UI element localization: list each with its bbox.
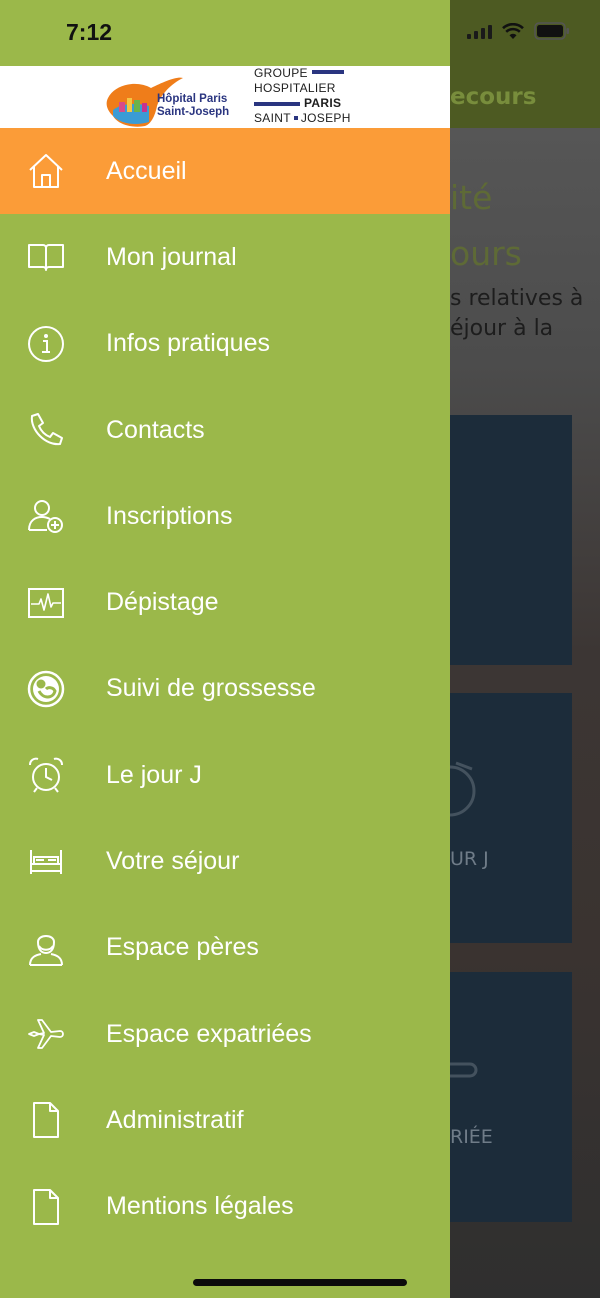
menu-item-label: Le jour J	[106, 760, 202, 789]
hospital-name-line: Saint-Joseph	[157, 106, 230, 118]
status-icons	[467, 22, 570, 40]
document-icon	[26, 1100, 66, 1140]
menu-item-depistage[interactable]: Dépistage	[0, 559, 450, 645]
menu-item-mentions-legales[interactable]: Mentions légales	[0, 1164, 450, 1250]
menu-item-administratif[interactable]: Administratif	[0, 1077, 450, 1163]
background-card-label: UR J	[450, 848, 489, 870]
man-icon	[26, 928, 66, 968]
background-heading-line: ours	[450, 234, 522, 273]
menu-item-label: Inscriptions	[106, 501, 233, 530]
document-icon	[26, 1187, 66, 1227]
background-header-title: ecours	[450, 84, 537, 110]
background-card	[450, 415, 572, 665]
menu-item-label: Contacts	[106, 415, 205, 444]
airplane-icon	[26, 1014, 66, 1054]
menu-item-label: Votre séjour	[106, 847, 240, 876]
background-text: s relatives à éjour à la	[450, 284, 583, 344]
menu-item-espace-peres[interactable]: Espace pères	[0, 905, 450, 991]
menu-item-contacts[interactable]: Contacts	[0, 387, 450, 473]
background-heading-line: ité	[450, 178, 493, 217]
background-card: UR J	[450, 693, 572, 943]
drawer-menu: Accueil Mon journal Infos pratiques Cont…	[0, 128, 450, 1250]
alarm-clock-icon	[26, 755, 66, 795]
group-logo-stripe	[312, 70, 344, 74]
group-logo-stripe	[254, 102, 300, 106]
group-logo-line: HOSPITALIER	[254, 81, 336, 95]
wifi-icon	[502, 22, 524, 39]
signal-icon	[467, 23, 492, 39]
menu-item-label: Mentions légales	[106, 1192, 294, 1221]
background-heading: ité ours	[450, 170, 522, 282]
hospital-name: Hôpital Paris Saint-Joseph	[157, 93, 229, 119]
pulse-icon	[26, 583, 66, 623]
bed-icon	[26, 842, 66, 882]
info-icon	[26, 324, 66, 364]
background-card-label: RIÉE	[450, 1126, 493, 1148]
phone-icon	[26, 410, 66, 450]
menu-item-votre-sejour[interactable]: Votre séjour	[0, 818, 450, 904]
menu-item-label: Mon journal	[106, 242, 237, 271]
pill-icon	[450, 1062, 478, 1078]
group-logo-line: SAINT JOSEPH	[254, 111, 354, 126]
navigation-drawer: 7:12 Hôpital Paris Saint-Joseph GROUPE H…	[0, 0, 450, 1298]
group-logo-word: JOSEPH	[300, 111, 351, 125]
group-logo-word: SAINT	[254, 111, 291, 125]
menu-item-suivi-de-grossesse[interactable]: Suivi de grossesse	[0, 646, 450, 732]
menu-item-label: Espace expatriées	[106, 1019, 312, 1048]
menu-item-label: Dépistage	[106, 588, 219, 617]
hospital-name-line: Hôpital Paris	[157, 93, 228, 105]
menu-item-label: Espace pères	[106, 933, 259, 962]
menu-item-label: Administratif	[106, 1105, 244, 1134]
background-text-line: s relatives à	[450, 286, 584, 311]
alarm-clock-icon	[450, 761, 476, 817]
menu-item-mon-journal[interactable]: Mon journal	[0, 214, 450, 300]
menu-item-label: Suivi de grossesse	[106, 674, 316, 703]
group-logo: GROUPE HOSPITALIER PARIS SAINT JOSEPH	[254, 66, 354, 126]
status-bar: 7:12	[0, 0, 450, 66]
menu-item-espace-expatriees[interactable]: Espace expatriées	[0, 991, 450, 1077]
book-icon	[26, 237, 66, 277]
menu-item-infos-pratiques[interactable]: Infos pratiques	[0, 301, 450, 387]
background-text-line: éjour à la	[450, 316, 554, 341]
baby-icon	[26, 669, 66, 709]
menu-item-label: Accueil	[106, 156, 187, 185]
menu-item-inscriptions[interactable]: Inscriptions	[0, 473, 450, 559]
battery-icon	[534, 22, 569, 40]
background-card: RIÉE	[450, 972, 572, 1222]
status-time: 7:12	[66, 19, 113, 45]
home-icon	[26, 151, 66, 191]
menu-item-label: Infos pratiques	[106, 329, 270, 358]
home-indicator[interactable]	[193, 1279, 407, 1286]
user-add-icon	[26, 496, 66, 536]
menu-item-accueil[interactable]: Accueil	[0, 128, 450, 215]
menu-item-le-jour-j[interactable]: Le jour J	[0, 732, 450, 818]
